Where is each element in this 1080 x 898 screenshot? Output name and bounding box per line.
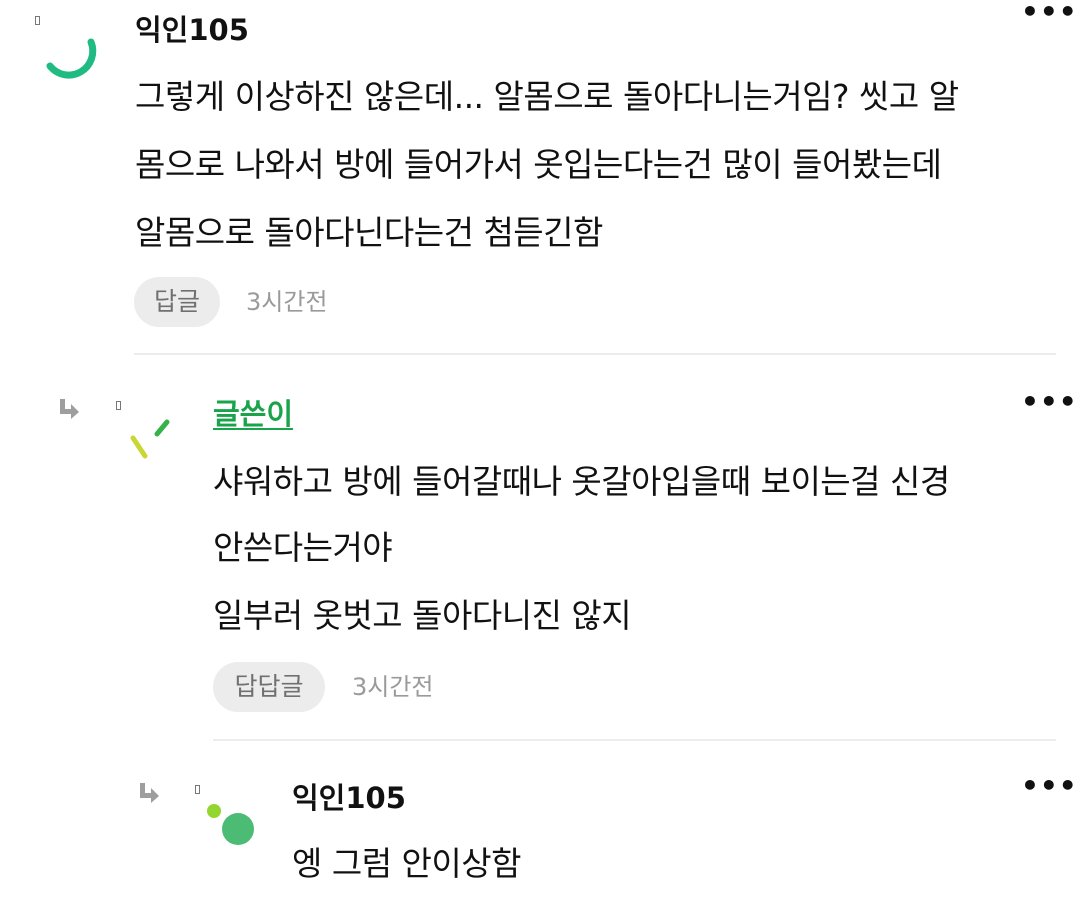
comment-text-line: 알몸으로 돌아다닌다는건 첨듣긴함 bbox=[135, 213, 603, 252]
more-options-button[interactable]: ••• bbox=[1021, 772, 1078, 800]
timestamp: 3시간전 bbox=[352, 673, 434, 701]
comment-author-op[interactable]: 글쓴이 bbox=[213, 396, 293, 432]
comment-author[interactable]: 익인105 bbox=[135, 12, 249, 48]
comment-text-line: 엥 그럼 안이상함 bbox=[292, 844, 522, 883]
profile-marker bbox=[116, 401, 121, 410]
avatar bbox=[46, 38, 97, 79]
more-options-button[interactable]: ••• bbox=[1021, 388, 1078, 416]
avatar bbox=[130, 419, 170, 459]
timestamp: 3시간전 bbox=[246, 288, 328, 316]
reply-button[interactable]: 답글 bbox=[134, 277, 220, 327]
reply-arrow-icon bbox=[140, 783, 159, 803]
comment-author[interactable]: 익인105 bbox=[292, 780, 406, 816]
comment-text-line: 몸으로 나와서 방에 들어가서 옷입는다는건 많이 들어봤는데 bbox=[135, 145, 942, 184]
avatar bbox=[207, 804, 254, 845]
comment-text-line: 샤워하고 방에 들어갈때나 옷갈아입을때 보이는걸 신경 bbox=[213, 462, 950, 501]
comment-text-line: 그렇게 이상하진 않은데... 알몸으로 돌아다니는거임? 씻고 알 bbox=[135, 77, 959, 116]
profile-marker bbox=[35, 16, 40, 25]
reply-button[interactable]: 답답글 bbox=[213, 662, 325, 712]
divider bbox=[134, 353, 1056, 355]
reply-arrow-icon bbox=[60, 399, 79, 419]
divider bbox=[213, 739, 1056, 741]
comment-text-line: 일부러 옷벗고 돌아다니진 않지 bbox=[213, 596, 632, 635]
more-options-button[interactable]: ••• bbox=[1021, 0, 1078, 26]
comment-text-line: 안쓴다는거야 bbox=[213, 528, 393, 567]
profile-marker bbox=[195, 785, 200, 794]
